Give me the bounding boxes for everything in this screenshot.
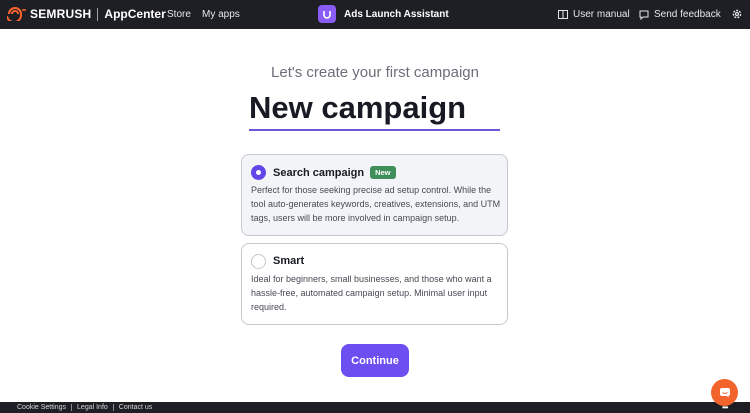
- option-title: Search campaign New: [273, 166, 396, 179]
- cookie-settings-link[interactable]: Cookie Settings: [17, 404, 66, 411]
- current-app[interactable]: Ads Launch Assistant: [318, 5, 449, 23]
- gear-icon[interactable]: [731, 8, 743, 20]
- ads-launch-assistant-icon: [318, 5, 336, 23]
- contact-us-link[interactable]: Contact us: [119, 404, 152, 411]
- user-manual-link[interactable]: User manual: [558, 9, 630, 20]
- send-feedback-link[interactable]: Send feedback: [639, 9, 721, 20]
- user-manual-label: User manual: [573, 9, 630, 20]
- nav-store[interactable]: Store: [167, 9, 191, 20]
- brand-name: SEMRUSH: [30, 7, 92, 21]
- chat-icon: [719, 387, 730, 398]
- search-campaign-title: Search campaign: [273, 166, 365, 179]
- option-smart[interactable]: Smart Ideal for beginners, small busines…: [241, 243, 508, 325]
- chat-widget-button[interactable]: [711, 379, 738, 406]
- search-campaign-radio[interactable]: [251, 165, 266, 180]
- campaign-name-field[interactable]: [249, 88, 500, 131]
- semrush-logo[interactable]: SEMRUSH AppCenter: [7, 7, 166, 21]
- footer-divider: [71, 404, 73, 411]
- nav-my-apps[interactable]: My apps: [202, 9, 240, 20]
- option-title: Smart: [273, 255, 304, 267]
- footer: Cookie Settings Legal Info Contact us ••…: [0, 402, 750, 413]
- app-name: Ads Launch Assistant: [344, 8, 449, 20]
- legal-info-link[interactable]: Legal Info: [77, 404, 108, 411]
- campaign-name-input[interactable]: [249, 88, 500, 128]
- option-search-campaign[interactable]: Search campaign New Perfect for those se…: [241, 154, 508, 236]
- comment-icon: [639, 10, 649, 20]
- top-bar: SEMRUSH AppCenter Store My apps Ads Laun…: [0, 0, 750, 29]
- send-feedback-label: Send feedback: [654, 9, 721, 20]
- brand-divider: [97, 7, 99, 21]
- footer-divider: [112, 404, 114, 411]
- page-subtitle: Let's create your first campaign: [271, 64, 479, 81]
- new-badge: New: [370, 166, 396, 179]
- app-center-label: AppCenter: [104, 7, 166, 21]
- book-icon: [558, 10, 568, 19]
- smart-radio[interactable]: [251, 254, 266, 269]
- search-campaign-description: Perfect for those seeking precise ad set…: [251, 185, 501, 223]
- continue-button[interactable]: Continue: [341, 344, 409, 377]
- smart-description: Ideal for beginners, small businesses, a…: [251, 274, 492, 312]
- smart-title: Smart: [273, 255, 305, 267]
- semrush-flame-icon: [7, 7, 26, 21]
